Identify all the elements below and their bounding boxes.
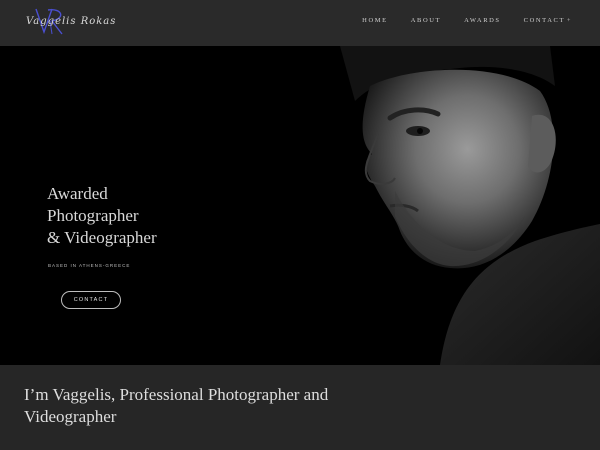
hero-title-line-1: Awarded [47, 184, 108, 203]
nav-awards[interactable]: AWARDS [464, 17, 501, 29]
portrait-image [300, 46, 600, 365]
nav-home[interactable]: HOME [362, 17, 388, 29]
nav-contact[interactable]: CONTACT + [524, 17, 572, 29]
hero-title-line-2: Photographer [47, 206, 139, 225]
hero-section: Awarded Photographer & Videographer BASE… [0, 46, 600, 365]
logo-signature: Vaggelis Rokas [26, 16, 117, 27]
hero-location: BASED IN ATHENS-GREECE [48, 263, 131, 268]
hero-title-line-3: & Videographer [47, 228, 157, 247]
hero-contact-button[interactable]: CONTACT [61, 291, 121, 309]
plus-caret-icon: + [567, 18, 572, 24]
site-header: Vaggelis Rokas HOME ABOUT AWARDS CONTACT… [0, 0, 600, 46]
site-logo[interactable]: Vaggelis Rokas [22, 6, 132, 38]
hero-portrait [300, 46, 600, 365]
intro-heading: I’m Vaggelis, Professional Photographer … [24, 385, 329, 426]
intro-section: I’m Vaggelis, Professional Photographer … [0, 365, 600, 450]
nav-contact-label: CONTACT [523, 17, 566, 24]
nav-about[interactable]: ABOUT [411, 17, 441, 29]
hero-title: Awarded Photographer & Videographer [47, 183, 247, 249]
main-nav: HOME ABOUT AWARDS CONTACT + [339, 17, 572, 29]
